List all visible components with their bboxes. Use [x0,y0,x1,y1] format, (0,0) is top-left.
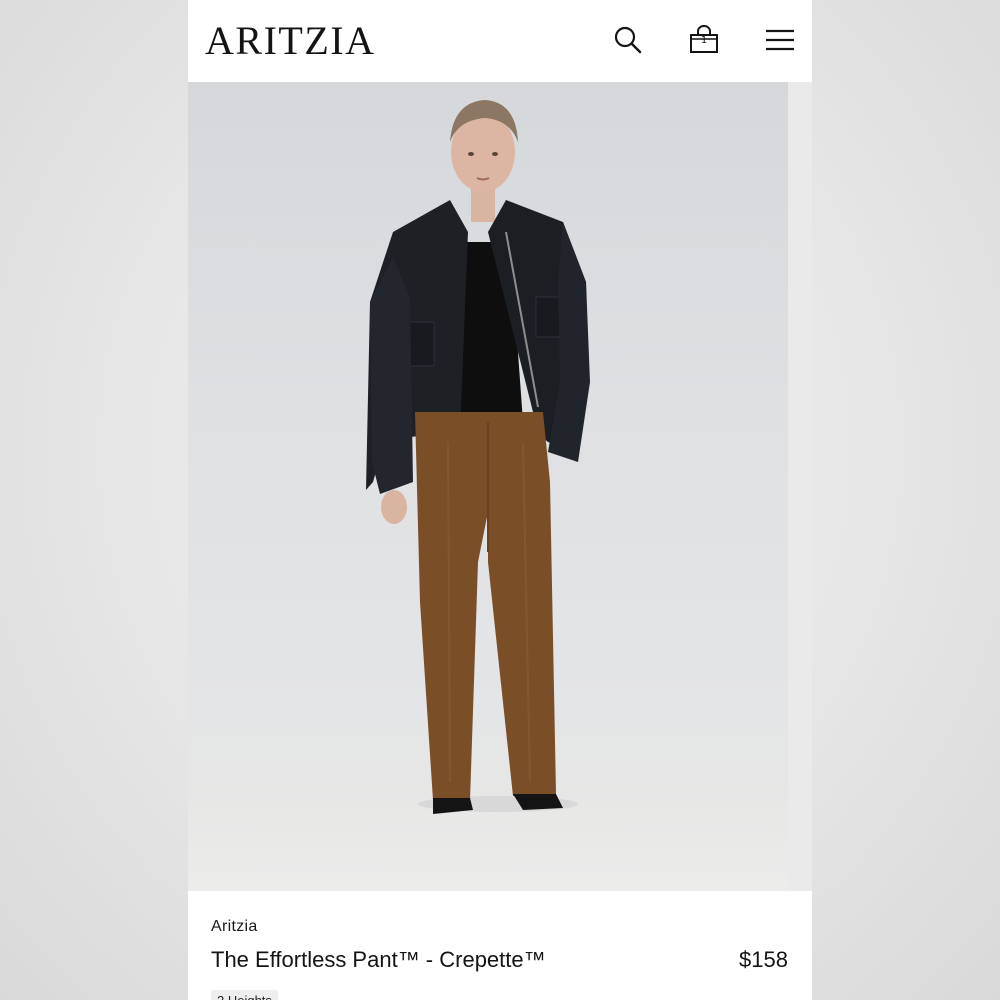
product-brand[interactable]: Aritzia [211,918,258,936]
model-figure [366,100,590,814]
bag-icon[interactable]: 1 [686,22,722,58]
aritzia-logo[interactable]: ARITZIA [205,17,375,65]
product-info: Aritzia The Effortless Pant™ - Crepette™… [188,891,812,1000]
menu-icon[interactable] [762,22,798,58]
heights-badge: 2 Heights [211,990,278,1000]
search-icon[interactable] [610,22,646,58]
product-name[interactable]: The Effortless Pant™ - Crepette™ [211,947,546,973]
site-header: ARITZIA 1 [188,0,812,82]
mobile-page: ARITZIA 1 Aritzia The Effortless Pant™ -… [188,0,812,1000]
product-image[interactable] [188,82,788,891]
next-image-peek[interactable] [788,82,812,891]
bag-count-badge: 1 [700,35,708,46]
product-price: $158 [739,947,788,972]
